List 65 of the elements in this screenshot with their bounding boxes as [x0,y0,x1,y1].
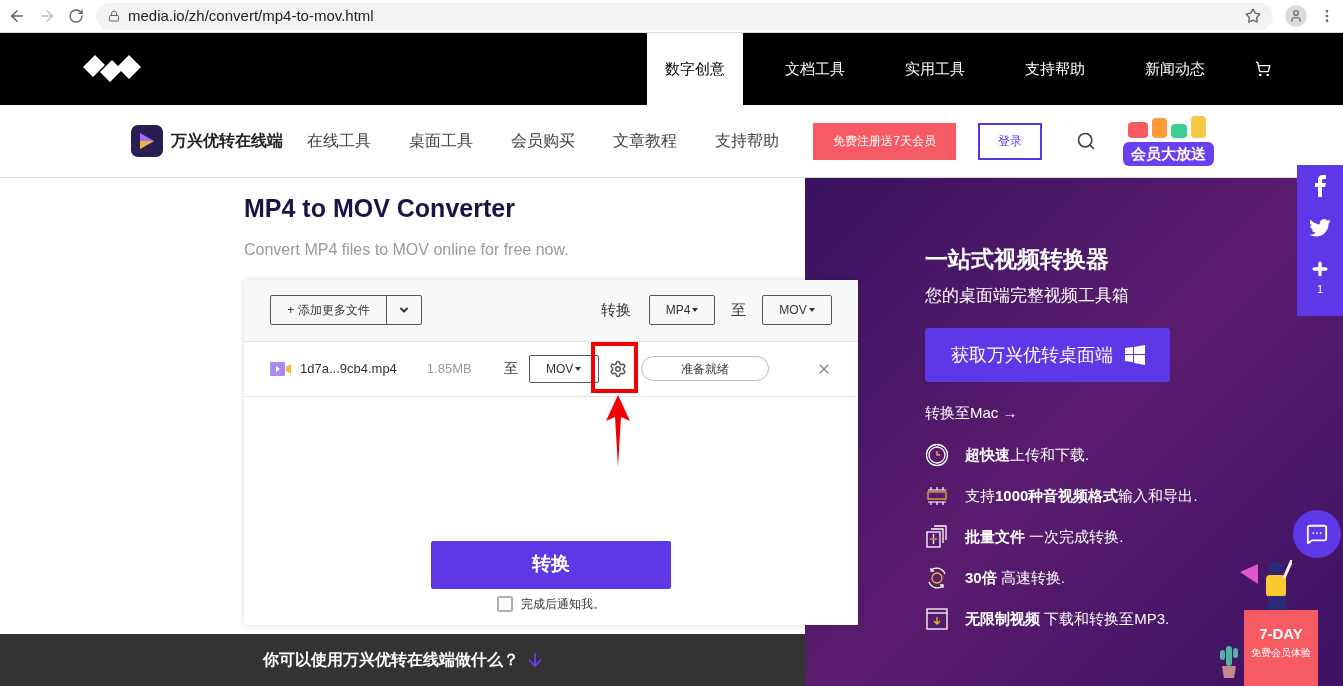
gift-subtitle: 免费会员体验 [1251,646,1311,660]
search-icon[interactable] [1076,131,1096,151]
top-nav-tab[interactable]: 支持帮助 [1007,33,1103,105]
download-window-icon [925,607,949,631]
files-icon [925,525,949,549]
feature-text: 超快速上传和下载. [965,444,1090,465]
notify-checkbox[interactable] [497,595,513,612]
cactus-icon [1218,644,1240,678]
twitter-icon[interactable] [1309,219,1331,237]
promo-subtitle: 您的桌面端完整视频工具箱 [925,284,1129,307]
windows-icon [1124,345,1145,365]
sub-nav-link[interactable]: 支持帮助 [715,129,779,153]
facebook-icon[interactable] [1314,175,1326,197]
brand-name[interactable]: 万兴优转在线端 [171,129,283,153]
lock-icon [108,10,120,22]
brand-logo-icon[interactable] [131,125,163,157]
top-nav-tab[interactable]: 文档工具 [767,33,863,105]
bottom-question: 你可以使用万兴优转在线端做什么？ [263,650,519,670]
login-button[interactable]: 登录 [978,122,1042,160]
chat-icon [1306,523,1328,545]
notify-label[interactable]: 完成后通知我。 [521,594,605,613]
back-icon[interactable] [8,7,26,25]
feature-text: 支持1000种音视频格式输入和导出. [965,485,1198,506]
share-plus-icon[interactable] [1310,259,1330,279]
settings-icon[interactable] [608,359,627,378]
download-button[interactable]: 获取万兴优转桌面端 [925,328,1170,382]
cart-icon[interactable] [1255,61,1271,77]
address-bar[interactable]: media.io/zh/convert/mp4-to-mov.html [96,2,1273,30]
convert-button[interactable]: 转换 [431,540,671,589]
file-size: 1.85MB [426,359,472,378]
highlight-frame [590,341,638,393]
top-nav-tab[interactable]: 新闻动态 [1127,33,1223,105]
top-nav-tab[interactable]: 数字创意 [647,33,743,105]
sub-nav-link[interactable]: 会员购买 [511,129,575,153]
feature-text: 无限制视频 下载和转换至MP3. [965,608,1170,629]
mac-link[interactable]: 转换至Mac → [925,402,1343,425]
video-file-icon [270,361,292,376]
file-name: 1d7a...9cb4.mp4 [300,359,397,378]
person-with-megaphone-drawing [1240,560,1292,610]
logo-icon[interactable] [83,55,141,83]
to-label: 至 [503,359,518,378]
share-count: 1 [1316,282,1324,297]
profile-avatar[interactable] [1285,5,1307,27]
sub-nav-link[interactable]: 在线工具 [307,129,371,153]
file-format-dropdown[interactable]: MOV [528,354,599,383]
url-text: media.io/zh/convert/mp4-to-mov.html [128,5,375,26]
page-subtitle: Convert MP4 files to MOV online for free now. [244,239,570,260]
promo-title: 一站式视频转换器 [925,245,1109,274]
promo-banner[interactable]: 会员大放送 [1116,116,1220,166]
source-format-dropdown[interactable]: MP4 [649,295,715,325]
formats-icon [925,484,949,508]
top-nav-tab[interactable]: 实用工具 [887,33,983,105]
add-files-button[interactable]: + 添加更多文件 [270,295,422,325]
page-title: MP4 to MOV Converter [244,193,516,224]
target-format-dropdown[interactable]: MOV [762,295,832,325]
reload-icon[interactable] [68,8,84,24]
sub-nav-link[interactable]: 桌面工具 [409,129,473,153]
sub-nav-link[interactable]: 文章教程 [613,129,677,153]
to-label: 至 [731,299,746,320]
stopwatch-icon [925,443,949,467]
gift-title: 7-DAY [1259,626,1303,641]
bookmark-star-icon[interactable] [1245,8,1261,24]
convert-label: 转换 [601,299,631,320]
feature-text: 批量文件 一次完成转换. [965,526,1124,547]
feature-text: 30倍 高速转换. [965,567,1066,588]
